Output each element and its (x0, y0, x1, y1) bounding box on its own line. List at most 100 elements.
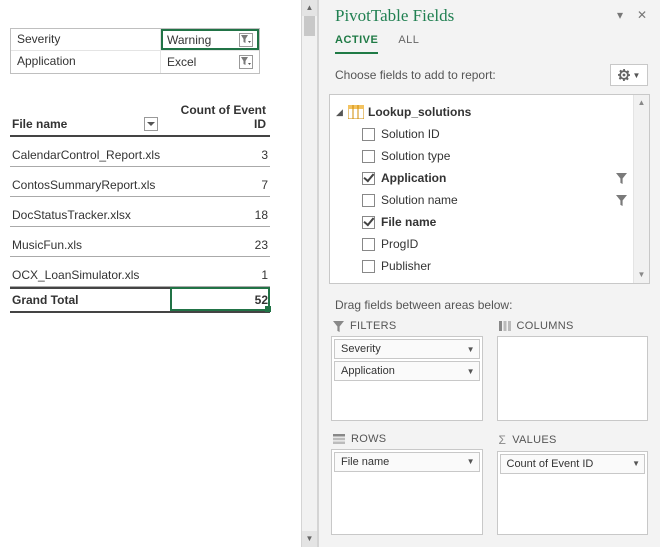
area-item-file-name[interactable]: File name ▼ (334, 452, 480, 472)
worksheet-vertical-scrollbar[interactable]: ▲ ▼ (301, 0, 317, 547)
area-item-application[interactable]: Application ▼ (334, 361, 480, 381)
values-area: Σ VALUES Count of Event ID ▼ (497, 433, 649, 536)
table-row[interactable]: ContosSummaryReport.xls 7 (10, 167, 270, 197)
scroll-down-icon[interactable]: ▼ (634, 267, 649, 283)
field-label: File name (381, 215, 436, 229)
filters-area: FILTERS Severity ▼ Application ▼ (331, 320, 483, 421)
field-label: Solution type (381, 149, 450, 163)
row-name: DocStatusTracker.xlsx (12, 208, 168, 222)
filter-dropdown-button[interactable] (239, 55, 253, 69)
area-item-label: Count of Event ID (507, 458, 594, 470)
columns-area: COLUMNS (497, 320, 649, 421)
fields-source-node[interactable]: ◢ Lookup_solutions (336, 101, 649, 123)
table-row[interactable]: OCX_LoanSimulator.xls 1 (10, 257, 270, 287)
field-label: ProgID (381, 237, 418, 251)
area-label: VALUES (512, 434, 556, 446)
filter-row-application: Application Excel (11, 51, 259, 73)
row-name: OCX_LoanSimulator.xls (12, 268, 168, 282)
field-checkbox[interactable] (362, 128, 375, 141)
grand-total-label: Grand Total (12, 293, 168, 307)
chevron-down-icon[interactable]: ▼ (467, 367, 475, 376)
row-value: 1 (168, 268, 268, 282)
field-item-solution-type[interactable]: Solution type (336, 145, 649, 167)
funnel-icon (616, 173, 627, 184)
table-row[interactable]: MusicFun.xls 23 (10, 227, 270, 257)
filter-value-cell[interactable]: Excel (161, 51, 259, 73)
chevron-down-icon[interactable]: ▼ (467, 457, 475, 466)
field-checkbox[interactable] (362, 150, 375, 163)
filter-value-text: Excel (167, 55, 196, 69)
table-row[interactable]: CalendarControl_Report.xls 3 (10, 137, 270, 167)
field-item-publisher[interactable]: Publisher (336, 255, 649, 277)
tab-active[interactable]: ACTIVE (335, 30, 378, 54)
row-dropdown-button[interactable] (144, 117, 158, 131)
table-source-icon (348, 105, 364, 119)
field-item-application[interactable]: Application (336, 167, 649, 189)
scroll-up-icon[interactable]: ▲ (634, 95, 649, 111)
field-item-progid[interactable]: ProgID (336, 233, 649, 255)
field-item-solution-name[interactable]: Solution name (336, 189, 649, 211)
close-button[interactable]: ✕ (634, 9, 650, 23)
row-value: 7 (168, 178, 268, 192)
scroll-up-icon[interactable]: ▲ (302, 0, 317, 16)
active-cell-selection (170, 287, 270, 311)
field-checkbox[interactable] (362, 260, 375, 273)
funnel-icon (333, 321, 344, 332)
grand-total-row[interactable]: Grand Total 52 (10, 287, 270, 313)
fields-source-label: Lookup_solutions (368, 105, 471, 119)
report-filter-zone: Severity Warning Application Excel (10, 28, 260, 74)
filter-value-cell[interactable]: Warning (161, 29, 259, 50)
task-pane-options-button[interactable]: ▾ (612, 9, 628, 23)
row-labels-header[interactable]: File name (10, 99, 164, 135)
field-label: Solution name (381, 193, 458, 207)
panel-toolbar: Choose fields to add to report: ▼ (319, 54, 660, 94)
pivot-data-zone: File name Count of Event ID CalendarCont… (10, 99, 270, 313)
field-item-solution-id[interactable]: Solution ID (336, 123, 649, 145)
row-name: MusicFun.xls (12, 238, 168, 252)
filter-label: Severity (11, 29, 161, 50)
field-checkbox[interactable] (362, 238, 375, 251)
row-value: 3 (168, 148, 268, 162)
chevron-down-icon[interactable]: ▼ (467, 345, 475, 354)
area-label: COLUMNS (517, 320, 574, 332)
values-dropzone[interactable]: Count of Event ID ▼ (497, 451, 649, 536)
field-item-file-name[interactable]: File name (336, 211, 649, 233)
chevron-down-icon[interactable]: ▼ (632, 459, 640, 468)
funnel-dropdown-icon (241, 57, 251, 67)
field-checkbox[interactable] (362, 216, 375, 229)
area-item-label: Application (341, 365, 395, 377)
area-item-label: File name (341, 456, 389, 468)
fields-list-scrollbar[interactable]: ▲ ▼ (633, 95, 649, 283)
funnel-dropdown-icon (241, 35, 251, 45)
chevron-down-icon: ▼ (633, 71, 641, 80)
scroll-thumb[interactable] (304, 16, 315, 36)
pivot-table-area: Severity Warning Application Excel File … (0, 0, 318, 547)
field-checkbox[interactable] (362, 172, 375, 185)
field-checkbox[interactable] (362, 194, 375, 207)
scroll-down-icon[interactable]: ▼ (302, 531, 317, 547)
tools-dropdown-button[interactable]: ▼ (610, 64, 648, 86)
filter-dropdown-button[interactable] (239, 33, 253, 47)
area-label: ROWS (351, 433, 386, 445)
row-value: 18 (168, 208, 268, 222)
values-header: Count of Event ID (164, 99, 270, 135)
collapse-caret-icon[interactable]: ◢ (336, 107, 346, 118)
row-header-text: File name (12, 117, 67, 131)
drag-fields-caption: Drag fields between areas below: (319, 284, 660, 320)
area-item-severity[interactable]: Severity ▼ (334, 339, 480, 359)
row-name: ContosSummaryReport.xls (12, 178, 168, 192)
panel-header: PivotTable Fields ▾ ✕ (319, 0, 660, 26)
fields-tabs: ACTIVE ALL (319, 26, 660, 54)
gear-icon (618, 69, 630, 81)
filters-dropzone[interactable]: Severity ▼ Application ▼ (331, 336, 483, 421)
filter-row-severity: Severity Warning (11, 29, 259, 51)
row-value: 23 (168, 238, 268, 252)
table-row[interactable]: DocStatusTracker.xlsx 18 (10, 197, 270, 227)
area-item-count-event-id[interactable]: Count of Event ID ▼ (500, 454, 646, 474)
rows-icon (333, 434, 345, 444)
grand-total-value: 52 (168, 293, 268, 307)
field-label: Solution ID (381, 127, 440, 141)
rows-dropzone[interactable]: File name ▼ (331, 449, 483, 536)
columns-dropzone[interactable] (497, 336, 649, 421)
tab-all[interactable]: ALL (398, 30, 419, 54)
